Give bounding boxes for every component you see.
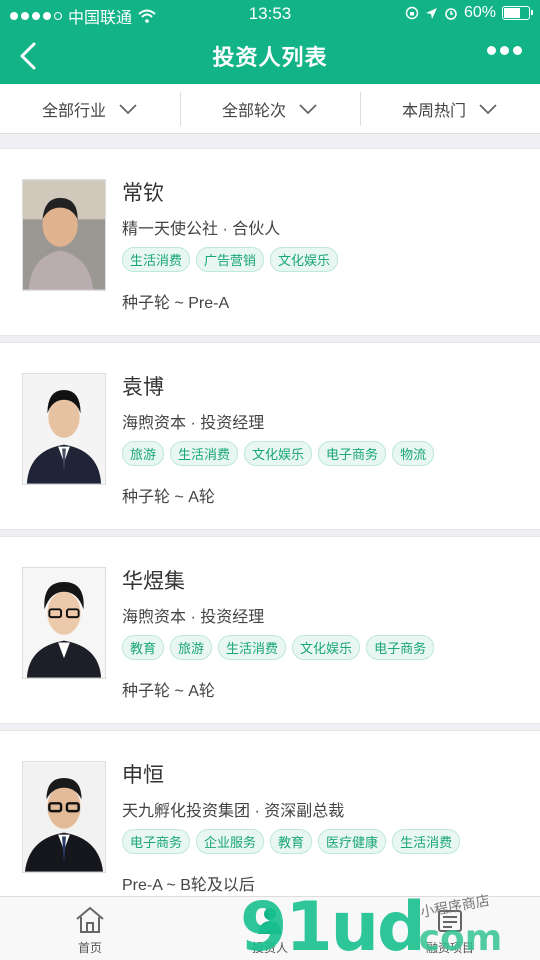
- investor-card[interactable]: 袁博 海煦资本 · 投资经理 旅游 生活消费 文化娱乐 电子商务 物流 种子轮 …: [0, 342, 540, 530]
- industry-tag: 生活消费: [170, 441, 239, 466]
- chevron-down-icon: [119, 103, 137, 114]
- avatar: [22, 179, 106, 291]
- investor-card[interactable]: 常钦 精一天使公社 · 合伙人 生活消费 广告营销 文化娱乐 种子轮 ~ Pre…: [0, 148, 540, 336]
- industry-tag: 广告营销: [196, 247, 265, 272]
- filter-label: 全部轮次: [221, 102, 286, 120]
- industry-tag: 电子商务: [318, 441, 387, 466]
- industry-tag: 旅游: [122, 441, 165, 466]
- more-dots-icon: [487, 46, 496, 55]
- investor-rounds: 种子轮 ~ A轮: [122, 489, 215, 506]
- investor-name: 申恒: [122, 764, 164, 787]
- nav-bar: 投资人列表: [0, 30, 540, 84]
- rotation-lock-icon: [405, 6, 419, 20]
- filter-round[interactable]: 全部轮次: [180, 84, 360, 133]
- battery-percent: 60%: [463, 4, 496, 21]
- filter-label: 本周热门: [401, 102, 466, 120]
- industry-tag: 电子商务: [122, 829, 191, 854]
- location-icon: [425, 7, 437, 19]
- page-title: 投资人列表: [212, 45, 328, 70]
- investor-name: 袁博: [122, 376, 164, 399]
- industry-tag: 教育: [270, 829, 313, 854]
- industry-tag: 旅游: [170, 635, 213, 660]
- industry-tag: 生活消费: [122, 247, 191, 272]
- industry-tag: 生活消费: [392, 829, 461, 854]
- tag-list: 教育 旅游 生活消费 文化娱乐 电子商务: [122, 635, 435, 660]
- industry-tag: 文化娱乐: [292, 635, 361, 660]
- investor-card[interactable]: 华煜集 海煦资本 · 投资经理 教育 旅游 生活消费 文化娱乐 电子商务 种子轮…: [0, 536, 540, 724]
- investor-org: 精一天使公社 · 合伙人: [122, 221, 281, 238]
- avatar: [22, 761, 106, 873]
- industry-tag: 生活消费: [218, 635, 287, 660]
- tab-home[interactable]: 首页: [0, 897, 180, 960]
- avatar: [22, 373, 106, 485]
- more-button[interactable]: [487, 46, 522, 55]
- industry-tag: 电子商务: [366, 635, 435, 660]
- watermark-domain: .com: [405, 918, 503, 959]
- investor-rounds: 种子轮 ~ Pre-A: [122, 295, 230, 312]
- top-bar: 中国联通 13:53 60% 投资人列表: [0, 0, 540, 84]
- battery-icon: [502, 6, 533, 20]
- industry-tag: 文化娱乐: [270, 247, 339, 272]
- tab-label: 首页: [77, 941, 102, 955]
- tag-list: 旅游 生活消费 文化娱乐 电子商务 物流: [122, 441, 435, 466]
- chevron-down-icon: [299, 103, 317, 114]
- industry-tag: 企业服务: [196, 829, 265, 854]
- industry-tag: 教育: [122, 635, 165, 660]
- tag-list: 生活消费 广告营销 文化娱乐: [122, 247, 339, 272]
- industry-tag: 医疗健康: [318, 829, 387, 854]
- investor-org: 海煦资本 · 投资经理: [122, 609, 265, 626]
- avatar: [22, 567, 106, 679]
- tag-list: 电子商务 企业服务 教育 医疗健康 生活消费: [122, 829, 461, 854]
- status-bar: 中国联通 13:53 60%: [0, 0, 540, 28]
- alarm-icon: [445, 8, 457, 20]
- investor-org: 天九孵化投资集团 · 资深副总裁: [122, 803, 345, 820]
- investor-org: 海煦资本 · 投资经理: [122, 415, 265, 432]
- industry-tag: 物流: [392, 441, 435, 466]
- filter-bar: 全部行业 全部轮次 本周热门: [0, 84, 540, 134]
- investor-name: 常钦: [122, 182, 164, 205]
- chevron-down-icon: [479, 103, 497, 114]
- investor-rounds: Pre-A ~ B轮及以后: [122, 877, 255, 894]
- filter-label: 全部行业: [41, 102, 106, 120]
- investor-name: 华煜集: [122, 570, 185, 593]
- filter-industry[interactable]: 全部行业: [0, 84, 180, 133]
- filter-hot[interactable]: 本周热门: [360, 84, 540, 133]
- home-icon: [76, 906, 104, 933]
- investor-rounds: 种子轮 ~ A轮: [122, 683, 215, 700]
- industry-tag: 文化娱乐: [244, 441, 313, 466]
- watermark-logo: 91ud: [240, 888, 426, 960]
- investor-list: 常钦 精一天使公社 · 合伙人 生活消费 广告营销 文化娱乐 种子轮 ~ Pre…: [0, 148, 540, 924]
